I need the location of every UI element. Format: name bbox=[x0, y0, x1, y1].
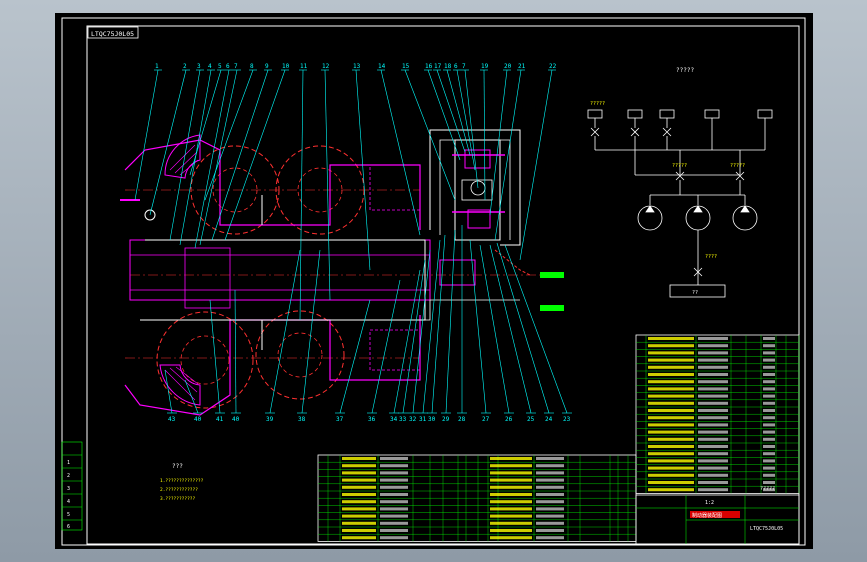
callout-number: 7 bbox=[462, 63, 466, 70]
callout-number: 34 bbox=[390, 416, 398, 423]
callout-number: 5 bbox=[218, 63, 222, 70]
callout-number: 39 bbox=[266, 416, 274, 423]
drawing-code-label: LTQC75J0L05 bbox=[91, 30, 134, 38]
title-scale: 1:2 bbox=[705, 500, 714, 506]
valve-left-label: ????? bbox=[672, 163, 687, 169]
callout-number: 27 bbox=[482, 416, 490, 423]
callout-number: 36 bbox=[368, 416, 376, 423]
revision-cell: 6 bbox=[67, 524, 70, 530]
callout-number: 10 bbox=[282, 63, 290, 70]
drawing-canvas: LTQC75J0L05 1 2 3 4 5 6 1 2 3 4 5 6 7 8 … bbox=[55, 13, 813, 549]
callout-number: 2 bbox=[183, 63, 187, 70]
callout-number: 14 bbox=[378, 63, 386, 70]
revision-cell: 4 bbox=[67, 499, 70, 505]
reservoir-label: ?? bbox=[692, 290, 698, 296]
callout-number: 6 bbox=[454, 63, 458, 70]
callout-number: 33 bbox=[399, 416, 407, 423]
cad-viewport[interactable]: LTQC75J0L05 1 2 3 4 5 6 1 2 3 4 5 6 7 8 … bbox=[0, 0, 867, 562]
callout-number: 38 bbox=[298, 416, 306, 423]
callout-number: 30 bbox=[428, 416, 436, 423]
callout-number: 40 bbox=[194, 416, 202, 423]
callout-number: 9 bbox=[265, 63, 269, 70]
label-tag bbox=[540, 272, 564, 278]
hydraulic-title: ????? bbox=[676, 67, 694, 74]
title-project: ????? bbox=[760, 486, 775, 492]
callout-number: 21 bbox=[518, 63, 526, 70]
callout-number: 40 bbox=[232, 416, 240, 423]
callout-number: 24 bbox=[545, 416, 553, 423]
notes-line: 2.???????????? bbox=[160, 487, 198, 493]
callout-number: 29 bbox=[442, 416, 450, 423]
revision-cell: 5 bbox=[67, 512, 70, 518]
valve-right-label: ????? bbox=[730, 163, 745, 169]
callout-number: 7 bbox=[234, 63, 238, 70]
revision-cell: 3 bbox=[67, 486, 70, 492]
callout-number: 41 bbox=[216, 416, 224, 423]
title-name: 制动器装配图 bbox=[692, 512, 722, 519]
notes-line: 1.?????????????? bbox=[160, 478, 204, 484]
callout-number: 22 bbox=[549, 63, 557, 70]
title-code: LTQC75J0L05 bbox=[750, 526, 783, 532]
callout-number: 37 bbox=[336, 416, 344, 423]
callout-number: 4 bbox=[208, 63, 212, 70]
callout-number: 32 bbox=[409, 416, 417, 423]
pump-label: ???? bbox=[705, 254, 717, 260]
callout-number: 43 bbox=[168, 416, 176, 423]
label-tag bbox=[540, 305, 564, 311]
callout-number: 28 bbox=[458, 416, 466, 423]
callout-number: 23 bbox=[563, 416, 571, 423]
callout-number: 6 bbox=[226, 63, 230, 70]
callout-number: 20 bbox=[504, 63, 512, 70]
notes-line: 3.??????????? bbox=[160, 496, 196, 502]
callout-number: 8 bbox=[250, 63, 254, 70]
callout-number: 16 bbox=[425, 63, 433, 70]
notes-title: ??? bbox=[172, 463, 183, 470]
callout-number: 31 bbox=[419, 416, 427, 423]
callout-number: 15 bbox=[402, 63, 410, 70]
callout-number: 26 bbox=[505, 416, 513, 423]
callout-number: 11 bbox=[300, 63, 308, 70]
callout-number: 25 bbox=[527, 416, 535, 423]
callout-number: 1 bbox=[155, 63, 159, 70]
callout-number: 19 bbox=[481, 63, 489, 70]
callout-number: 18 bbox=[444, 63, 452, 70]
callout-number: 3 bbox=[197, 63, 201, 70]
revision-cell: 2 bbox=[67, 473, 70, 479]
callout-number: 17 bbox=[434, 63, 442, 70]
callout-number: 12 bbox=[322, 63, 330, 70]
callout-number: 13 bbox=[353, 63, 361, 70]
tanks-label: ????? bbox=[590, 101, 605, 107]
revision-cell: 1 bbox=[67, 460, 70, 466]
